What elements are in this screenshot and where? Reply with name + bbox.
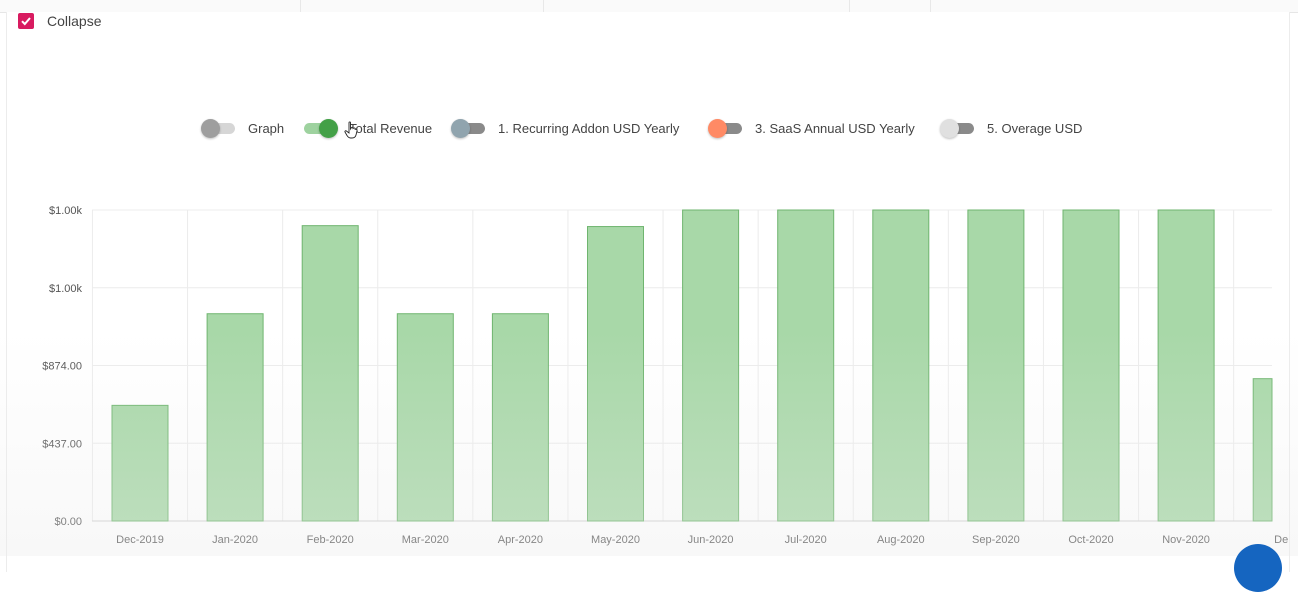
toggle-switch[interactable] bbox=[201, 118, 237, 138]
x-tick-label: Aug-2020 bbox=[877, 534, 925, 546]
y-tick-label: $1.00k bbox=[49, 283, 83, 295]
x-tick-label: Apr-2020 bbox=[498, 534, 543, 546]
bar-may-2020[interactable] bbox=[587, 226, 644, 522]
bar-oct-2020[interactable] bbox=[1062, 209, 1120, 522]
bar-dec-2019[interactable] bbox=[111, 404, 169, 522]
collapse-toggle[interactable]: Collapse bbox=[18, 12, 101, 30]
y-tick-label: $437.00 bbox=[42, 438, 82, 450]
legend-toggle-graph[interactable]: Graph bbox=[201, 114, 284, 142]
legend-label-recurring-addon: 1. Recurring Addon USD Yearly bbox=[498, 120, 680, 136]
y-tick-label: $0.00 bbox=[54, 516, 82, 528]
x-tick-label: Oct-2020 bbox=[1068, 534, 1113, 546]
bar-jul-2020[interactable] bbox=[777, 209, 835, 522]
legend: Graph Total Revenue 1. Recurring Addon U… bbox=[0, 114, 1298, 142]
x-tick-label: Dec-2019 bbox=[116, 534, 164, 546]
divider bbox=[300, 0, 301, 12]
x-tick-label: May-2020 bbox=[591, 534, 640, 546]
hand-cursor-icon bbox=[344, 121, 358, 139]
bar-sep-2020[interactable] bbox=[967, 209, 1025, 522]
toggle-switch[interactable] bbox=[708, 118, 744, 138]
legend-toggle-saas-annual[interactable]: 3. SaaS Annual USD Yearly bbox=[708, 114, 915, 142]
legend-toggle-overage[interactable]: 5. Overage USD bbox=[940, 114, 1082, 142]
y-tick-label: $874.00 bbox=[42, 361, 82, 373]
help-widget-button[interactable] bbox=[1234, 544, 1282, 592]
bar-nov-2020[interactable] bbox=[1157, 209, 1215, 522]
legend-toggle-recurring-addon[interactable]: 1. Recurring Addon USD Yearly bbox=[451, 114, 679, 142]
bar-mar-2020[interactable] bbox=[396, 313, 454, 522]
x-tick-label: Mar-2020 bbox=[402, 534, 449, 546]
x-tick-label: Jan-2020 bbox=[212, 534, 258, 546]
check-icon bbox=[21, 17, 31, 26]
revenue-bar-chart: $0.00 $437.00 $874.00 $1.00k $1.00k Dec-2019… bbox=[42, 205, 1288, 546]
bar-aug-2020[interactable] bbox=[872, 209, 930, 522]
x-tick-label: Sep-2020 bbox=[972, 534, 1020, 546]
collapse-checkbox[interactable] bbox=[18, 13, 34, 29]
x-tick-label: Jul-2020 bbox=[785, 534, 827, 546]
legend-label-overage: 5. Overage USD bbox=[987, 120, 1083, 136]
bar-jan-2020[interactable] bbox=[206, 313, 264, 522]
bar-apr-2020[interactable] bbox=[491, 313, 549, 522]
bar-feb-2020[interactable] bbox=[301, 225, 359, 522]
legend-toggle-total-revenue[interactable]: Total Revenue bbox=[302, 114, 432, 142]
x-tick-label: Feb-2020 bbox=[307, 534, 354, 546]
collapse-label: Collapse bbox=[47, 13, 102, 29]
legend-label-total-revenue: Total Revenue bbox=[349, 120, 433, 136]
toggle-switch[interactable] bbox=[451, 118, 487, 138]
bar-de[interactable] bbox=[1252, 378, 1273, 522]
bar-jun-2020[interactable] bbox=[682, 209, 740, 522]
x-tick-label: De bbox=[1274, 534, 1288, 546]
divider bbox=[543, 0, 544, 12]
toggle-switch[interactable] bbox=[302, 118, 338, 138]
divider bbox=[930, 0, 931, 12]
x-tick-label: Jun-2020 bbox=[688, 534, 734, 546]
y-tick-label: $1.00k bbox=[49, 205, 83, 217]
legend-label-saas-annual: 3. SaaS Annual USD Yearly bbox=[755, 120, 915, 136]
x-tick-label: Nov-2020 bbox=[1162, 534, 1210, 546]
legend-label-graph: Graph bbox=[248, 120, 285, 136]
divider bbox=[849, 0, 850, 12]
toggle-switch[interactable] bbox=[940, 118, 976, 138]
